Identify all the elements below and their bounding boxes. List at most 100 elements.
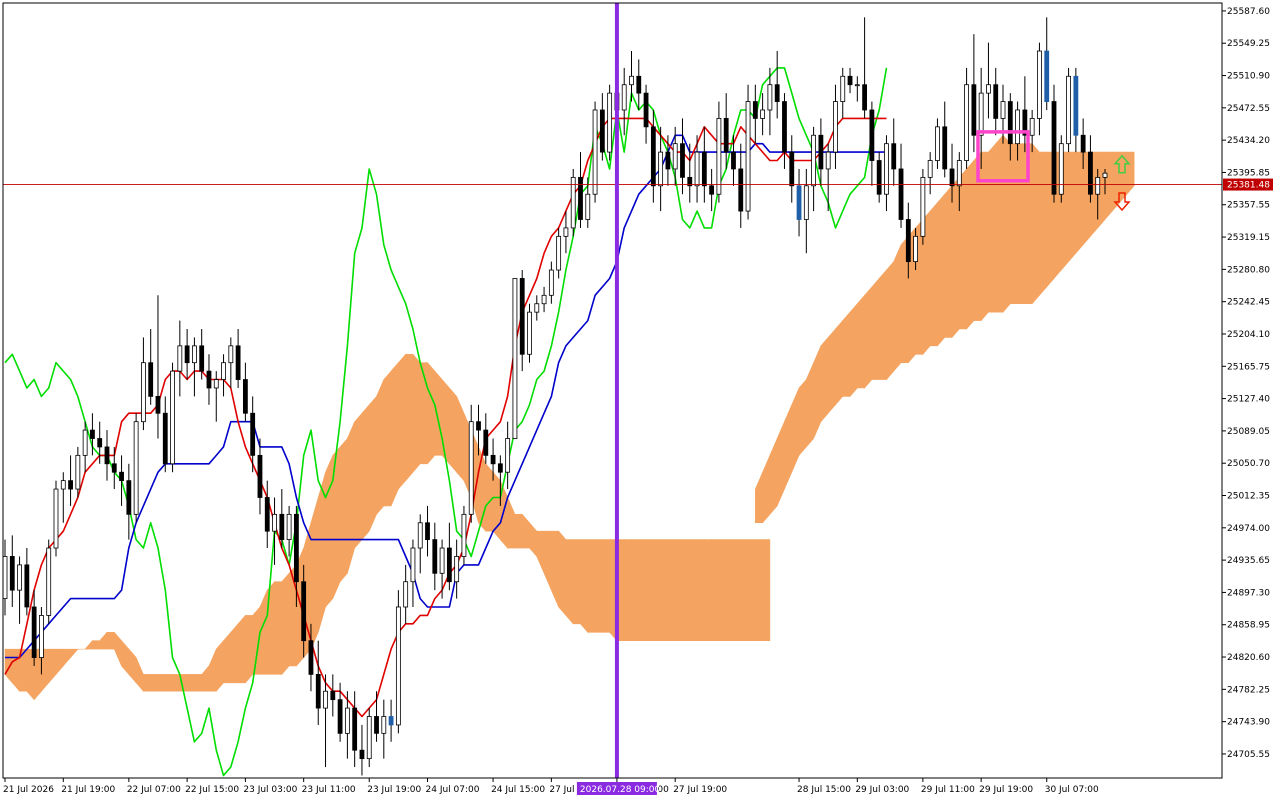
candle-body xyxy=(279,513,285,541)
ichimoku-chart: 25587.60 25549.25 25510.90 25472.55 25434.20… xyxy=(0,0,1280,800)
y-tick-label: 24820.60 xyxy=(1227,653,1270,663)
kumo-segment xyxy=(558,530,567,617)
candle-body xyxy=(898,168,904,220)
candle xyxy=(468,404,474,523)
candle-body xyxy=(1029,118,1035,136)
candle xyxy=(53,480,59,557)
kumo-segment xyxy=(412,353,421,474)
kumo-forward-segment xyxy=(929,201,938,347)
kumo-segment xyxy=(755,539,763,641)
kumo-segment xyxy=(602,539,610,633)
kumo-forward-segment xyxy=(1104,151,1113,221)
kumo-segment xyxy=(747,539,756,641)
candle-body xyxy=(1007,101,1013,145)
candle-body xyxy=(388,716,394,726)
candle-body xyxy=(206,370,212,389)
candle-body xyxy=(75,454,81,490)
x-tick-label: 29 Jul 19:00 xyxy=(979,785,1033,795)
candle-body xyxy=(1051,101,1057,195)
current-price-label: 25381.48 xyxy=(1227,181,1270,191)
kumo-segment xyxy=(361,404,370,541)
kumo-segment xyxy=(441,378,450,465)
kumo-segment xyxy=(682,539,691,641)
candle-body xyxy=(483,429,489,456)
candle-body xyxy=(417,522,423,549)
candle-body xyxy=(760,109,766,119)
kumo-segment xyxy=(376,379,385,516)
candle-body xyxy=(301,581,307,642)
kumo-segment xyxy=(645,539,654,641)
candle-body xyxy=(519,278,525,355)
candle-body xyxy=(476,421,481,431)
candle-body xyxy=(1015,109,1020,145)
candle-body xyxy=(242,379,248,414)
candle-body xyxy=(709,185,715,195)
candle-body xyxy=(731,151,736,170)
candle-body xyxy=(141,362,146,423)
candle-body xyxy=(993,84,999,119)
kumo-segment xyxy=(143,674,151,692)
candle-body xyxy=(1080,134,1086,153)
candle-body xyxy=(126,480,132,515)
kumo-segment xyxy=(580,539,589,634)
candle-body xyxy=(395,606,401,726)
candle-body xyxy=(366,716,372,760)
y-tick-label: 25434.20 xyxy=(1227,136,1270,146)
candle xyxy=(745,84,751,220)
kumo-segment xyxy=(514,514,523,549)
candle xyxy=(1058,135,1064,203)
candle-body xyxy=(767,84,773,111)
kumo-segment xyxy=(150,674,159,692)
kumo-segment xyxy=(368,395,377,532)
candle-body xyxy=(505,438,511,473)
candle-body xyxy=(833,101,838,153)
candle-body xyxy=(891,143,897,170)
x-tick-label: 29 Jul 11:00 xyxy=(921,785,975,795)
candle-body xyxy=(629,75,634,86)
y-tick-label: 25549.25 xyxy=(1227,39,1270,49)
candle-body xyxy=(782,101,787,153)
candle-body xyxy=(811,134,817,187)
kumo-segment xyxy=(704,539,712,641)
candle xyxy=(366,708,372,768)
candle-body xyxy=(1088,151,1093,195)
candle-body xyxy=(869,109,875,161)
candle-body xyxy=(46,547,52,616)
kumo-segment xyxy=(653,539,661,641)
x-tick-label: 22 Jul 15:00 xyxy=(185,785,239,795)
candle-body xyxy=(1044,50,1050,102)
kumo-forward-segment xyxy=(798,378,807,457)
candle-body xyxy=(643,92,649,128)
candle xyxy=(920,168,926,245)
candle-body xyxy=(1037,50,1042,119)
kumo-forward-segment xyxy=(995,134,1004,313)
kumo-segment xyxy=(92,640,101,650)
kumo-forward-segment xyxy=(871,277,880,380)
kumo-segment xyxy=(733,539,742,641)
kumo-segment xyxy=(237,614,246,684)
kumo-segment xyxy=(398,353,406,490)
kumo-forward-segment xyxy=(820,336,829,423)
candle-body xyxy=(672,143,678,170)
kumo-forward-segment xyxy=(937,193,946,347)
candle-body xyxy=(184,345,190,364)
kumo-segment xyxy=(157,674,166,692)
candle-body xyxy=(1000,101,1006,119)
candle-body xyxy=(862,84,868,111)
kumo-segment xyxy=(186,674,195,692)
candle-body xyxy=(403,581,409,608)
candle-body xyxy=(119,471,124,482)
candle-body xyxy=(213,379,219,389)
kumo-segment xyxy=(281,572,290,676)
candle-body xyxy=(563,227,569,237)
kumo-segment xyxy=(354,412,363,549)
candle-body xyxy=(454,556,460,583)
candle-body xyxy=(468,421,474,515)
candle-body xyxy=(1095,176,1101,195)
candle xyxy=(461,505,467,565)
kumo-segment xyxy=(740,539,749,641)
candle-body xyxy=(250,412,256,456)
candle-body xyxy=(927,160,933,178)
kumo-segment xyxy=(194,674,202,692)
candle-body xyxy=(803,185,809,220)
